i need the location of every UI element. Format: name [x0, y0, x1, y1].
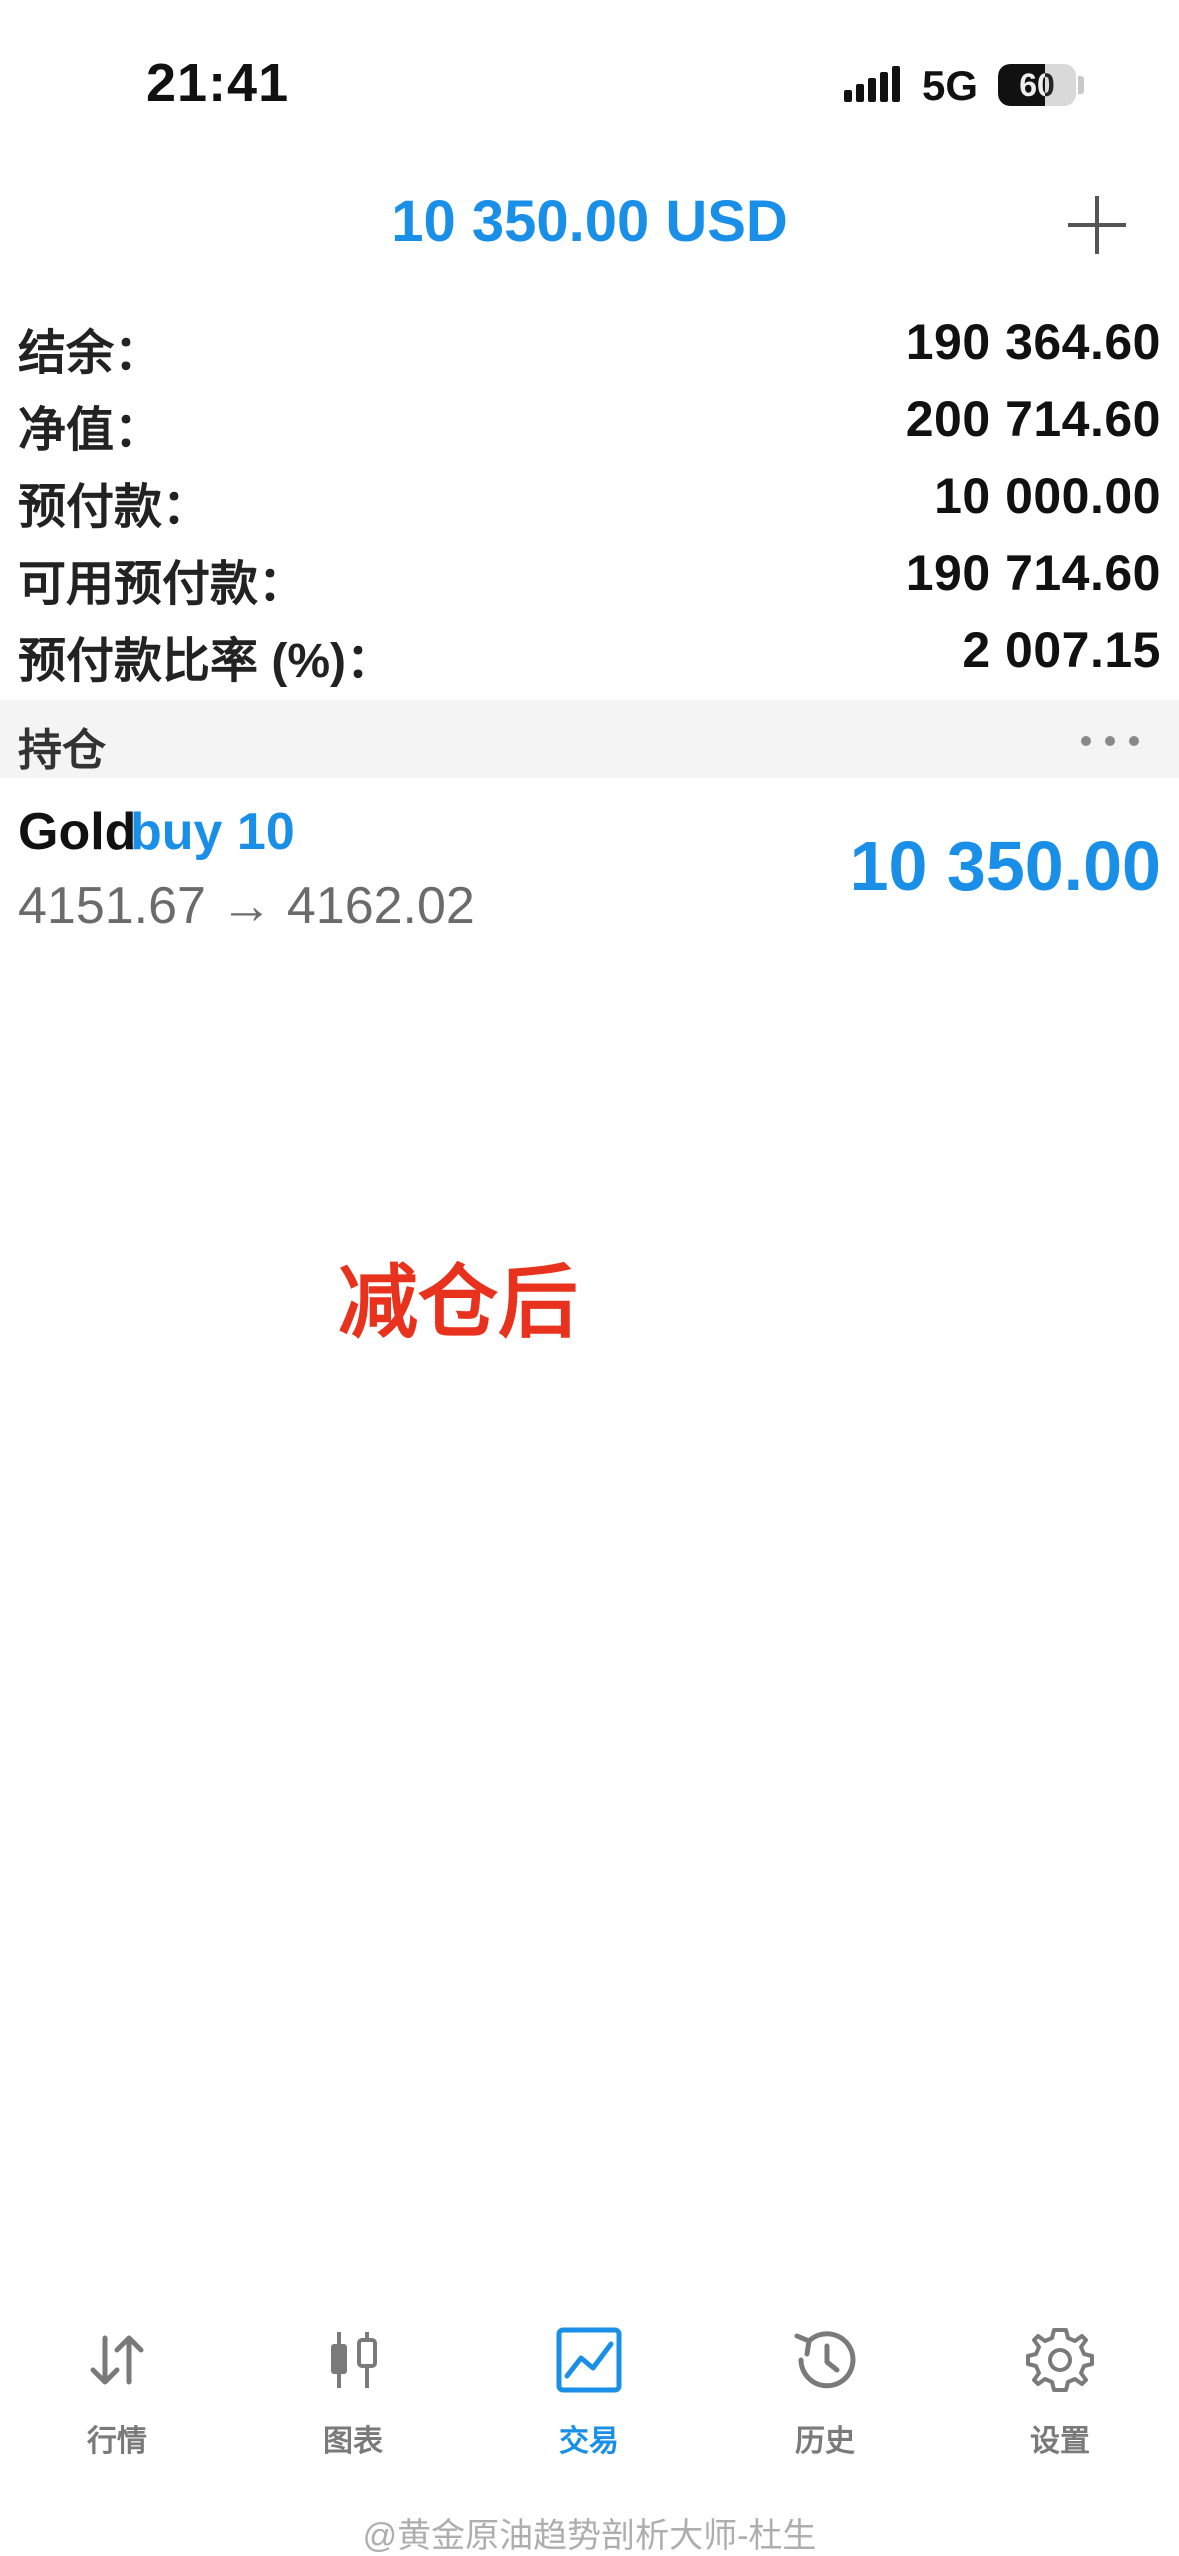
- position-symbol: Gold: [18, 803, 137, 861]
- settings-gear-icon: [1026, 2328, 1094, 2392]
- history-clock-icon: [794, 2331, 856, 2389]
- tab-settings[interactable]: 设置: [960, 2300, 1160, 2460]
- tab-trade[interactable]: 交易: [489, 2300, 689, 2460]
- battery-nub: [1078, 76, 1084, 94]
- trade-screen: 21:41 5G 60 10 350.00 USD 结余： 190 364.60…: [0, 0, 1179, 2556]
- free-margin-label: 可用预付款：: [18, 558, 307, 611]
- summary-row-equity: 净值： 200 714.60: [0, 382, 1179, 459]
- tab-quotes[interactable]: 行情: [17, 2300, 217, 2460]
- position-prices: 4151.67 → 4162.02: [18, 877, 475, 935]
- annotation-text: 减仓后: [338, 1258, 578, 1347]
- profit-total-title: 10 350.00 USD: [391, 189, 788, 254]
- tab-trade-label: 交易: [559, 2425, 619, 2458]
- tab-history-label: 历史: [795, 2425, 855, 2458]
- positions-section-header: 持仓: [0, 700, 1179, 778]
- more-options-icon[interactable]: [1077, 724, 1143, 754]
- summary-row-margin-level: 预付款比率 (%)： 2 007.15: [0, 613, 1179, 690]
- status-time: 21:41: [146, 53, 290, 113]
- free-margin-value: 190 714.60: [905, 545, 1161, 601]
- status-bar: 21:41 5G 60: [0, 0, 1179, 150]
- trade-chart-icon: [556, 2327, 622, 2393]
- battery-icon: 60: [998, 64, 1076, 106]
- signal-strength-icon: [844, 66, 900, 102]
- margin-label: 预付款：: [18, 481, 211, 534]
- watermark-text: @黄金原油趋势剖析大师-杜生: [362, 2517, 817, 2555]
- account-summary: 结余： 190 364.60 净值： 200 714.60 预付款： 10 00…: [0, 305, 1179, 690]
- positions-section-title: 持仓: [18, 726, 106, 775]
- equity-value: 200 714.60: [905, 391, 1161, 447]
- bottom-tab-bar: 行情 图表 交易 历史 设置: [0, 2300, 1179, 2460]
- tab-history[interactable]: 历史: [725, 2300, 925, 2460]
- balance-label: 结余：: [18, 327, 163, 380]
- position-row[interactable]: Gold buy 10 4151.67 → 4162.02 10 350.00: [0, 790, 1179, 960]
- candlestick-chart-icon: [331, 2332, 377, 2388]
- battery-level: 60: [1019, 67, 1055, 103]
- margin-level-label: 预付款比率 (%)：: [18, 635, 394, 688]
- margin-level-value: 2 007.15: [962, 622, 1161, 678]
- tab-quotes-label: 行情: [87, 2425, 147, 2458]
- margin-value: 10 000.00: [934, 468, 1161, 524]
- tab-settings-label: 设置: [1030, 2425, 1090, 2458]
- position-profit: 10 350.00: [849, 827, 1161, 905]
- summary-row-balance: 结余： 190 364.60: [0, 305, 1179, 382]
- summary-row-margin: 预付款： 10 000.00: [0, 459, 1179, 536]
- summary-row-free-margin: 可用预付款： 190 714.60: [0, 536, 1179, 613]
- network-type: 5G: [922, 62, 979, 109]
- quotes-arrows-icon: [90, 2335, 144, 2385]
- tab-charts[interactable]: 图表: [253, 2300, 453, 2460]
- tab-charts-label: 图表: [323, 2425, 383, 2458]
- position-side: buy 10: [130, 803, 295, 861]
- add-order-button[interactable]: [1066, 194, 1128, 256]
- equity-label: 净值：: [18, 404, 163, 457]
- balance-value: 190 364.60: [905, 314, 1161, 370]
